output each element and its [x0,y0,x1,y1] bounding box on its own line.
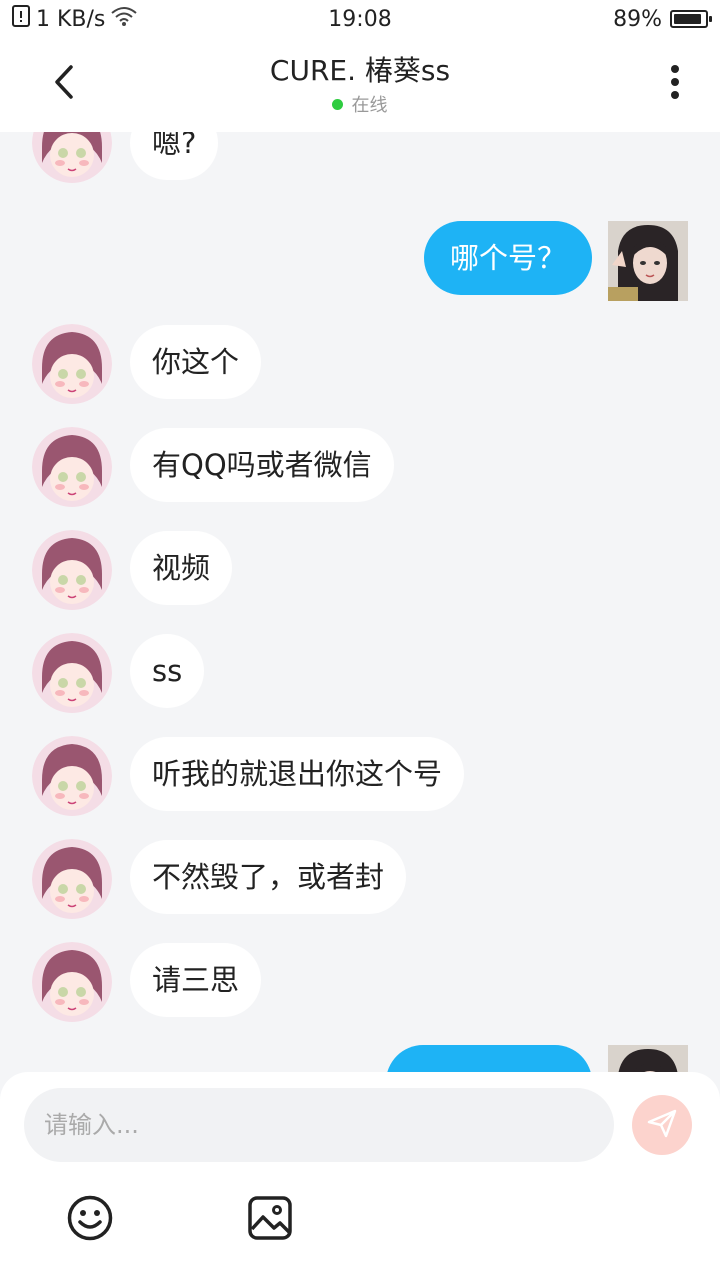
battery-percent: 89% [613,6,662,32]
image-button[interactable] [246,1196,294,1244]
emoji-icon [67,1195,113,1245]
incoming-bubble[interactable]: 不然毁了，或者封 [130,840,407,914]
composer-panel [0,1072,720,1280]
contact-avatar[interactable] [32,839,112,919]
outgoing-bubble[interactable]: 哪个号？ [423,221,592,295]
message-list[interactable]: 嗯? 哪个号？ 你这个 有QQ吗或者微信 视频 ss 听我的就退出你这个号 不然… [0,132,720,1072]
chat-header: CURE. 椿葵ss 在线 [0,38,720,132]
more-vertical-icon [670,64,680,104]
incoming-bubble[interactable]: 视频 [130,531,233,605]
contact-avatar[interactable] [32,736,112,816]
contact-avatar[interactable] [32,324,112,404]
chat-title: CURE. 椿葵ss [269,54,451,87]
presence-status: 在线 [270,91,450,117]
image-icon [247,1195,293,1245]
send-icon [646,1107,678,1143]
incoming-bubble[interactable]: 有QQ吗或者微信 [130,428,394,502]
status-right: 89% [613,6,712,32]
incoming-bubble[interactable]: 听我的就退出你这个号 [130,737,465,811]
my-avatar[interactable] [608,221,688,301]
incoming-bubble[interactable]: 你这个 [130,325,262,399]
incoming-bubble[interactable]: 嗯? [130,132,219,180]
wifi-icon [111,6,138,32]
title-block: CURE. 椿葵ss 在线 [270,53,450,117]
presence-label: 在线 [351,95,388,116]
back-button[interactable] [44,64,84,104]
incoming-bubble[interactable]: 请三思 [130,943,262,1017]
incoming-bubble[interactable]: ss [130,634,205,708]
my-avatar[interactable] [608,1045,688,1072]
message-input[interactable] [24,1088,614,1162]
send-button[interactable] [632,1095,692,1155]
contact-avatar[interactable] [32,633,112,713]
contact-avatar[interactable] [32,942,112,1022]
chevron-left-icon [52,64,76,104]
status-bar: 1 KB/s 19:08 89% [0,0,720,38]
contact-avatar[interactable] [32,132,112,183]
emoji-button[interactable] [66,1195,114,1245]
more-options-button[interactable] [660,64,690,104]
contact-avatar[interactable] [32,427,112,507]
chat-screen: 1 KB/s 19:08 89% CURE. 椿葵ss 在线 嗯? 哪个号？ 你… [0,0,720,1280]
battery-fill [674,14,701,24]
network-speed: 1 KB/s [36,6,106,32]
sim-icon [12,5,30,33]
online-dot-icon [332,98,344,110]
battery-icon [670,10,712,28]
status-left: 1 KB/s [12,5,138,33]
contact-avatar[interactable] [32,530,112,610]
outgoing-bubble[interactable] [386,1045,592,1072]
